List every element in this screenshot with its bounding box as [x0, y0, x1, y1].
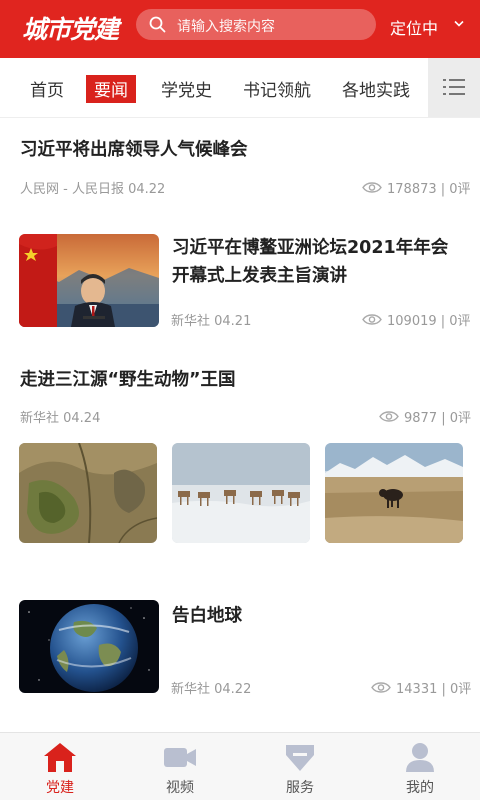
view-comment-count: 178873 | 0评: [387, 182, 471, 197]
user-icon: [406, 743, 434, 772]
nav-label: 党建: [46, 780, 74, 796]
aerial-terrain-image: [19, 443, 157, 543]
article-title-line: 开幕式上发表主旨演讲: [172, 266, 347, 286]
tab-menu-button[interactable]: [428, 58, 480, 118]
tab-news[interactable]: 要闻: [86, 75, 136, 103]
article-stats: 14331 | 0评: [371, 678, 471, 697]
nav-label: 服务: [286, 780, 314, 796]
article-thumbnail[interactable]: [19, 443, 157, 543]
article-source: 新华社 04.21: [171, 314, 252, 329]
article-stats: 109019 | 0评: [362, 310, 471, 329]
category-tabs: 首页 要闻 学党史 书记领航 各地实践: [0, 58, 480, 118]
search-icon: [149, 16, 166, 33]
article-thumbnail[interactable]: [325, 443, 463, 543]
eye-icon: [379, 411, 399, 422]
list-icon: [443, 79, 465, 95]
eye-icon: [362, 182, 382, 193]
article-source: 新华社 04.22: [171, 682, 252, 697]
search-bar[interactable]: 请输入搜索内容: [136, 9, 376, 40]
article-title[interactable]: 习近平在博鳌亚洲论坛2021年年会 开幕式上发表主旨演讲: [172, 234, 448, 290]
tab-home[interactable]: 首页: [30, 76, 64, 101]
view-comment-count: 9877 | 0评: [404, 411, 471, 426]
eye-icon: [362, 314, 382, 325]
eye-icon: [371, 682, 391, 693]
home-icon: [44, 743, 76, 772]
nav-label: 我的: [406, 780, 434, 796]
app-logo: 城市党建: [22, 15, 119, 44]
article-title[interactable]: 告白地球: [172, 602, 242, 630]
article-title[interactable]: 走进三江源“野生动物”王国: [20, 366, 236, 394]
article-stats: 9877 | 0评: [379, 407, 471, 426]
bottom-nav: 党建 视频 服务 我的: [0, 732, 480, 800]
nav-label: 视频: [166, 780, 194, 796]
article-title-line: 习近平在博鳌亚洲论坛2021年年会: [172, 238, 449, 258]
app-header: 城市党建 请输入搜索内容 定位中: [0, 0, 480, 58]
article-thumbnail[interactable]: [19, 234, 159, 327]
tab-secretary-lead[interactable]: 书记领航: [243, 76, 311, 101]
chevron-down-icon: [454, 20, 464, 27]
tab-party-history[interactable]: 学党史: [161, 76, 212, 101]
tab-local-practice[interactable]: 各地实践: [342, 76, 410, 101]
speech-photo-image: [19, 234, 159, 327]
yak-plateau-image: [325, 443, 463, 543]
nav-item-mine[interactable]: 我的: [360, 733, 480, 800]
view-comment-count: 14331 | 0评: [396, 682, 472, 697]
location-selector[interactable]: 定位中: [390, 15, 464, 39]
view-comment-count: 109019 | 0评: [387, 314, 471, 329]
antelope-herd-image: [172, 443, 310, 543]
nav-item-video[interactable]: 视频: [120, 733, 240, 800]
video-camera-icon: [164, 748, 196, 767]
article-stats: 178873 | 0评: [362, 178, 471, 197]
earth-globe-image: [19, 600, 159, 693]
tabs-divider: [0, 117, 480, 118]
service-badge-icon: [286, 745, 314, 771]
article-thumbnail[interactable]: [19, 600, 159, 693]
article-source: 人民网 - 人民日报 04.22: [20, 182, 166, 197]
location-label: 定位中: [390, 19, 439, 38]
article-title[interactable]: 习近平将出席领导人气候峰会: [20, 136, 248, 164]
article-thumbnail[interactable]: [172, 443, 310, 543]
article-source: 新华社 04.24: [20, 411, 101, 426]
nav-item-party[interactable]: 党建: [0, 733, 120, 800]
search-placeholder: 请输入搜索内容: [177, 19, 275, 35]
nav-item-service[interactable]: 服务: [240, 733, 360, 800]
